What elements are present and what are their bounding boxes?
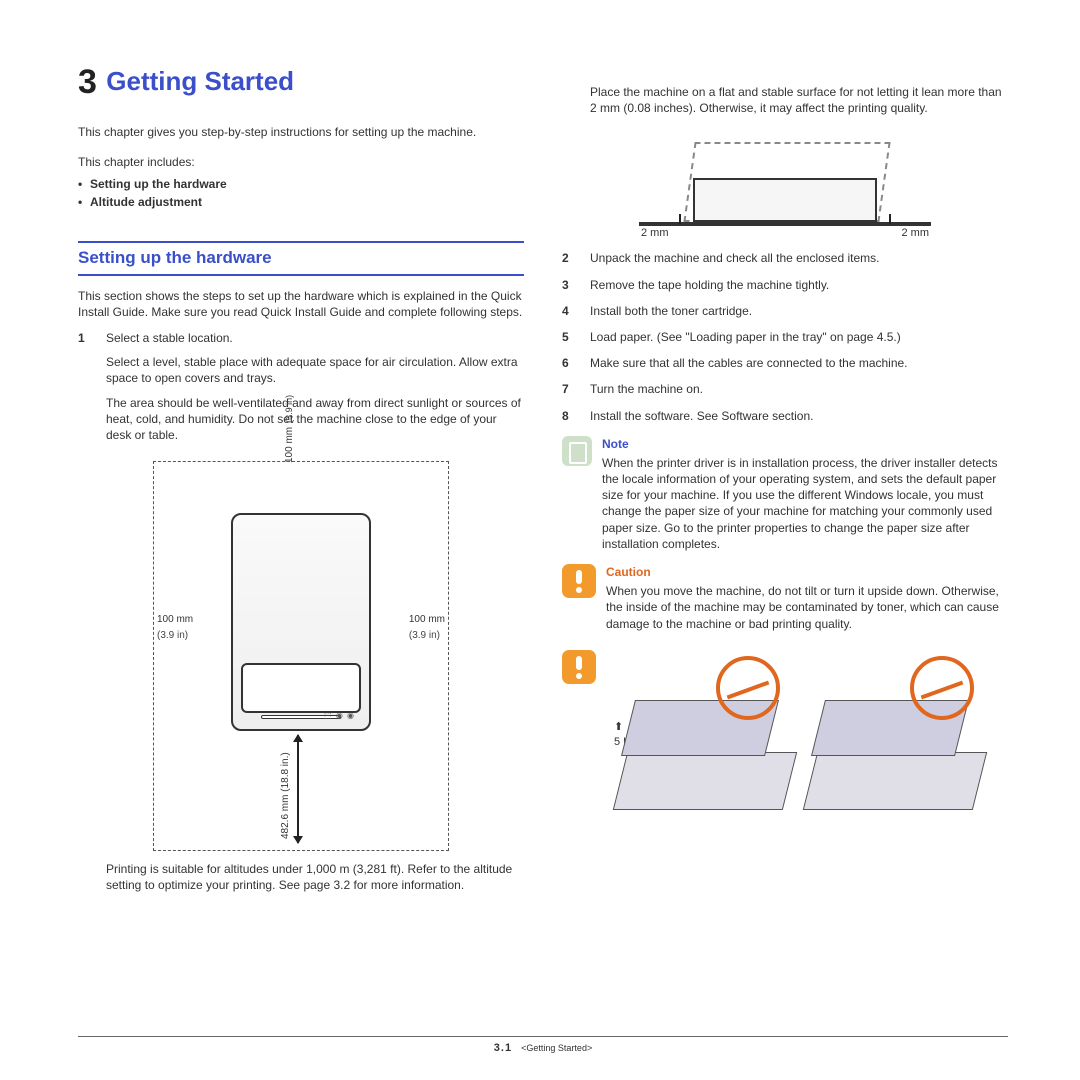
clearance-figure: ⬚ ◉ ◉ 100 mm(3.9 in) 100 mm(3.9 in) 100 … <box>153 461 449 851</box>
step-8: 8 Install the software. See Software sec… <box>562 408 1008 424</box>
note-body: When the printer driver is in installati… <box>602 455 1008 552</box>
section-rule <box>78 274 524 276</box>
chapter-number: 3 <box>78 60 97 106</box>
step-5: 5 Load paper. (See "Loading paper in the… <box>562 329 1008 345</box>
note-title: Note <box>602 436 1008 452</box>
caution-block: Caution When you move the machine, do no… <box>562 564 1008 632</box>
caution-icon <box>562 564 596 598</box>
toc-item: •Setting up the hardware <box>78 176 524 192</box>
note-icon <box>562 436 592 466</box>
step-6: 6 Make sure that all the cables are conn… <box>562 355 1008 371</box>
includes-label: This chapter includes: <box>78 154 524 170</box>
caution-title: Caution <box>606 564 1008 580</box>
step-7: 7 Turn the machine on. <box>562 381 1008 397</box>
section-intro: This section shows the steps to set up t… <box>78 288 524 320</box>
dim-front: 482.6 mm (18.8 in.) <box>279 752 293 839</box>
toc-item: •Altitude adjustment <box>78 194 524 210</box>
right-column: Place the machine on a flat and stable s… <box>562 60 1008 893</box>
dim-left: 100 mm(3.9 in) <box>157 613 193 642</box>
page-number: 3.1 <box>494 1042 512 1054</box>
step-2: 2 Unpack the machine and check all the e… <box>562 250 1008 266</box>
caution-icon <box>562 650 596 684</box>
prohibit-icon <box>716 656 780 720</box>
note-block: Note When the printer driver is in insta… <box>562 436 1008 552</box>
caution-body: When you move the machine, do not tilt o… <box>606 583 1008 632</box>
move-figure: ⬆5 Kg (11 lbs) <box>562 650 1008 830</box>
step-para: The area should be well-ventilated and a… <box>106 395 524 444</box>
step-1: 1 Select a stable location. Select a lev… <box>78 330 524 443</box>
left-column: 3 Getting Started This chapter gives you… <box>78 60 524 893</box>
page-footer: 3.1 <Getting Started> <box>78 1036 1008 1056</box>
step-1-altitude: Printing is suitable for altitudes under… <box>78 861 524 893</box>
footer-chapter: <Getting Started> <box>521 1043 592 1053</box>
section-title: Setting up the hardware <box>78 243 524 274</box>
step-1-cont: Place the machine on a flat and stable s… <box>562 84 1008 116</box>
step-4: 4 Install both the toner cartridge. <box>562 303 1008 319</box>
dim-top: 100 mm(3.9 in) <box>283 395 297 463</box>
step-para: Select a level, stable place with adequa… <box>106 354 524 386</box>
step-number: 1 <box>78 330 92 443</box>
lean-figure: 2 mm 2 mm <box>635 130 935 240</box>
chapter-title: Getting Started <box>106 64 294 99</box>
step-3: 3 Remove the tape holding the machine ti… <box>562 277 1008 293</box>
lean-left: 2 mm <box>641 226 669 241</box>
chapter-heading: 3 Getting Started <box>78 60 524 106</box>
lean-right: 2 mm <box>902 226 930 241</box>
step-title: Select a stable location. <box>106 330 524 346</box>
dim-right: 100 mm(3.9 in) <box>409 613 445 642</box>
chapter-intro: This chapter gives you step-by-step inst… <box>78 124 524 140</box>
toc: •Setting up the hardware •Altitude adjus… <box>78 176 524 210</box>
prohibit-icon <box>910 656 974 720</box>
